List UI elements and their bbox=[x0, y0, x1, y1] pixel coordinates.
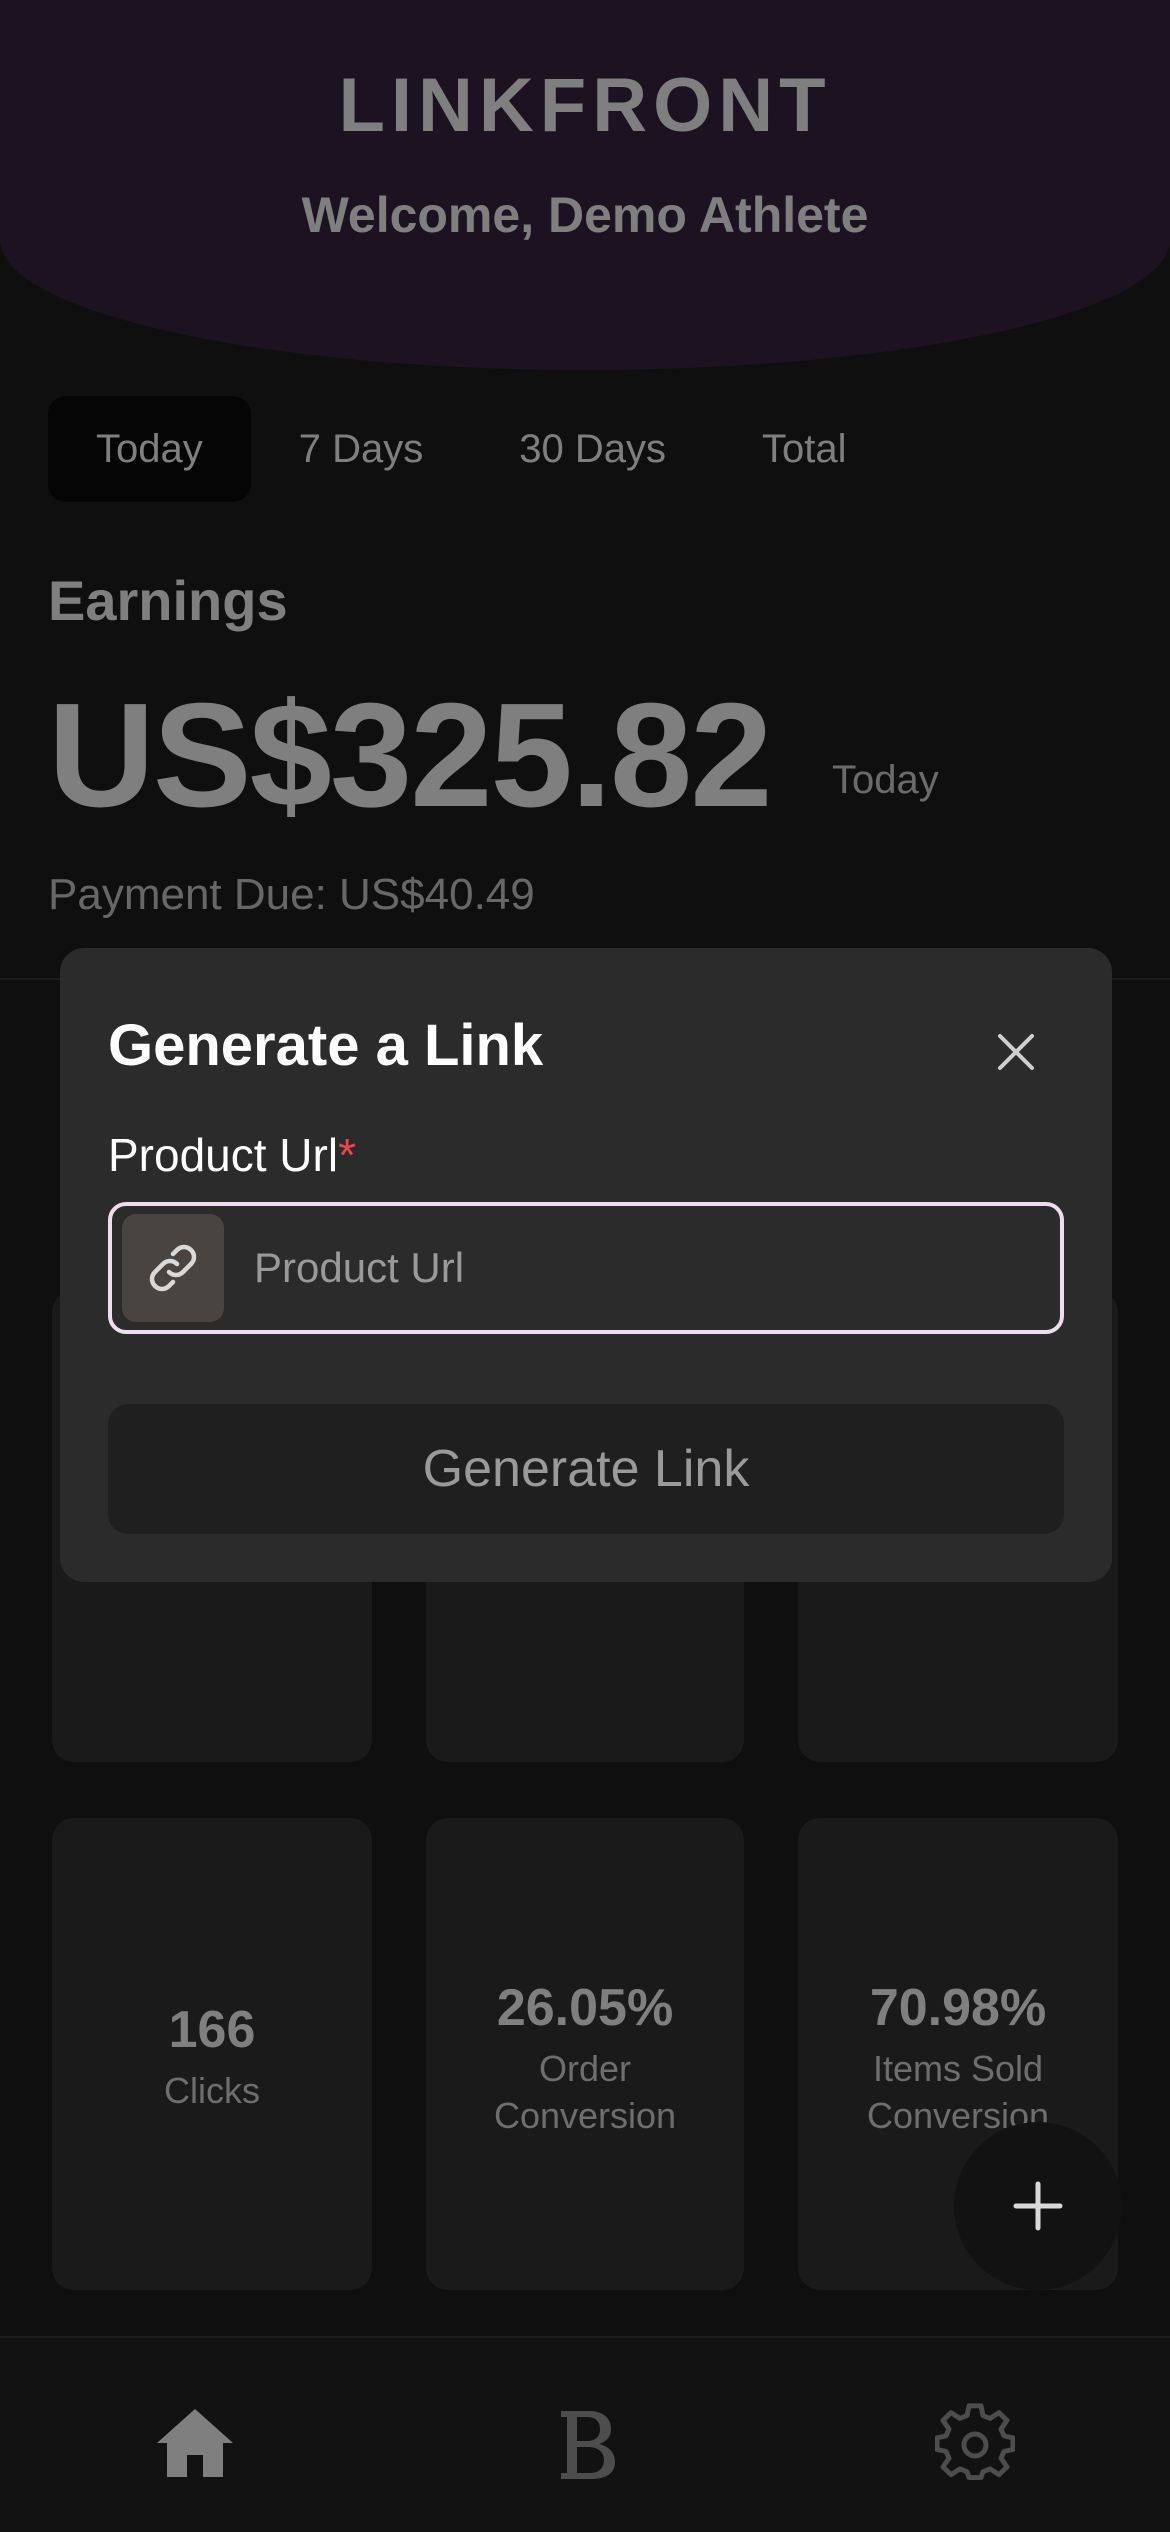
close-icon bbox=[998, 1034, 1034, 1070]
link-icon-box bbox=[122, 1214, 224, 1322]
generate-link-button[interactable]: Generate Link bbox=[108, 1404, 1064, 1534]
add-fab-button[interactable] bbox=[954, 2122, 1122, 2290]
product-url-input[interactable] bbox=[252, 1206, 1052, 1330]
modal-title: Generate a Link bbox=[108, 1013, 544, 1078]
link-icon bbox=[149, 1244, 197, 1292]
required-mark: * bbox=[338, 1129, 356, 1181]
plus-icon bbox=[1013, 2181, 1063, 2231]
product-url-label: Product Url* bbox=[108, 1128, 356, 1182]
product-url-field bbox=[108, 1202, 1064, 1334]
close-button[interactable] bbox=[984, 1020, 1048, 1084]
generate-link-modal: Generate a Link Product Url* Generate Li… bbox=[60, 948, 1112, 1582]
product-url-label-text: Product Url bbox=[108, 1129, 339, 1181]
